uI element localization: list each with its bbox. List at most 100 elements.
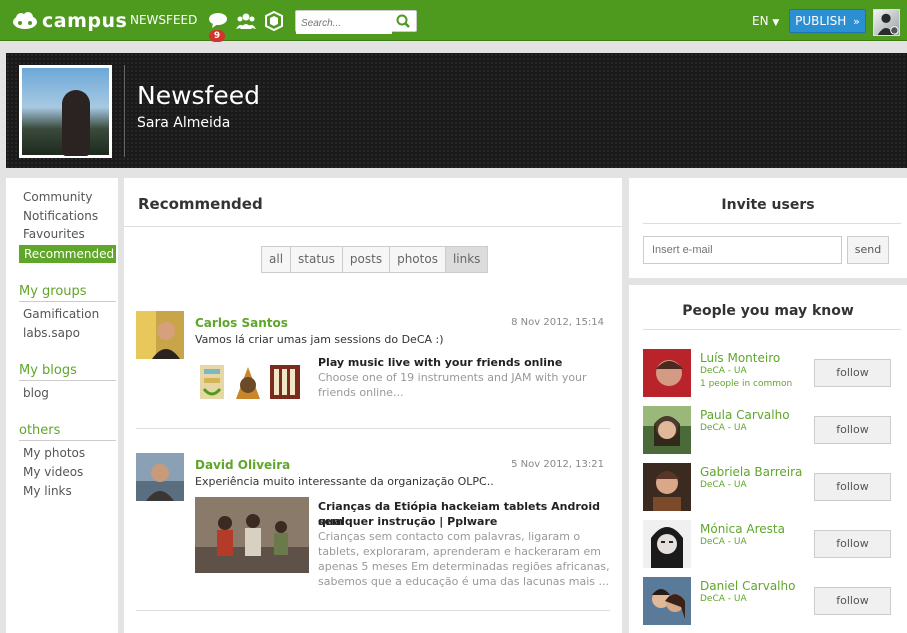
- filter-tabs: all status posts photos links: [261, 246, 489, 273]
- filter-tab-photos[interactable]: photos: [390, 247, 446, 272]
- follow-button[interactable]: follow: [814, 416, 891, 444]
- person-name[interactable]: Gabriela Barreira: [700, 465, 802, 479]
- person-name[interactable]: Luís Monteiro: [700, 351, 780, 365]
- people-title: People you may know: [682, 303, 854, 319]
- article-thumbnail[interactable]: [195, 497, 309, 573]
- sidebar-item-group[interactable]: Gamification: [23, 307, 99, 321]
- author-avatar[interactable]: [136, 453, 184, 501]
- person-suggestion: Luís Monteiro DeCA - UA 1 people in comm…: [643, 349, 901, 399]
- link-title[interactable]: qualquer instrução | Pplware: [318, 514, 497, 529]
- post-text: Vamos lá criar umas jam sessions do DeCA…: [195, 333, 444, 346]
- sidebar-heading-others[interactable]: others: [19, 423, 116, 441]
- profile-photo-person: [62, 90, 90, 156]
- person-suggestion: Mónica Aresta DeCA - UA follow: [643, 520, 901, 570]
- person-org: DeCA - UA: [700, 537, 747, 547]
- profile-banner: Newsfeed Sara Almeida: [6, 53, 907, 168]
- publish-button[interactable]: PUBLISH »: [789, 9, 866, 33]
- link-description: Choose one of 19 instruments and JAM wit…: [318, 371, 587, 384]
- top-bar: campus NEWSFEED 9 EN ▼ PUBLISH »: [0, 0, 907, 42]
- sidebar-item-links[interactable]: My links: [23, 484, 72, 498]
- person-org: DeCA - UA: [700, 423, 747, 433]
- people-in-common[interactable]: 1 people in common: [700, 379, 792, 389]
- sidebar-heading-groups[interactable]: My groups: [19, 284, 116, 302]
- sidebar-item-community[interactable]: Community: [23, 190, 92, 204]
- sidebar-item-group[interactable]: labs.sapo: [23, 326, 80, 340]
- author-avatar[interactable]: [136, 311, 184, 359]
- profile-photo[interactable]: [19, 65, 112, 158]
- sidebar-heading-blogs[interactable]: My blogs: [19, 363, 116, 381]
- banner-divider: [124, 65, 125, 157]
- post-author[interactable]: David Oliveira: [195, 458, 290, 472]
- newsfeed-link[interactable]: NEWSFEED: [130, 13, 197, 27]
- person-suggestion: Gabriela Barreira DeCA - UA follow: [643, 463, 901, 513]
- caret-down-icon: ▼: [772, 18, 780, 28]
- section-title: Recommended: [138, 195, 263, 213]
- person-suggestion: Daniel Carvalho DeCA - UA follow: [643, 577, 901, 627]
- send-button[interactable]: send: [847, 236, 889, 264]
- person-name[interactable]: Paula Carvalho: [700, 408, 790, 422]
- person-photo[interactable]: [643, 349, 691, 397]
- person-photo[interactable]: [643, 406, 691, 454]
- people-icon[interactable]: [236, 11, 256, 31]
- logo-text: campus: [42, 10, 128, 32]
- cloud-icon: [13, 12, 37, 29]
- person-org: DeCA - UA: [700, 366, 747, 376]
- person-suggestion: Paula Carvalho DeCA - UA follow: [643, 406, 901, 456]
- user-avatar[interactable]: [873, 9, 900, 36]
- chat-icon[interactable]: [208, 11, 228, 31]
- person-org: DeCA - UA: [700, 594, 747, 604]
- people-you-may-know-panel: People you may know Luís Monteiro DeCA -…: [629, 285, 907, 633]
- filter-tab-status[interactable]: status: [291, 247, 343, 272]
- link-description: sabemos que a educação é uma das lacunas…: [318, 575, 610, 588]
- invite-title: Invite users: [721, 197, 815, 213]
- filter-tab-all[interactable]: all: [262, 247, 292, 272]
- post-author[interactable]: Carlos Santos: [195, 316, 288, 330]
- link-description: Crianças sem contacto com palavras, liga…: [318, 530, 581, 543]
- sidebar-item-photos[interactable]: My photos: [23, 446, 85, 460]
- follow-button[interactable]: follow: [814, 530, 891, 558]
- filter-tab-posts[interactable]: posts: [343, 247, 391, 272]
- search-input[interactable]: [296, 13, 392, 34]
- people-divider: [643, 329, 901, 330]
- feed-post: Carlos Santos 8 Nov 2012, 15:14 Vamos lá…: [136, 311, 610, 431]
- page-title: Newsfeed: [137, 81, 260, 110]
- post-divider: [136, 610, 610, 611]
- avatar-silhouette-icon: [877, 13, 899, 35]
- cube-icon[interactable]: [264, 11, 284, 31]
- filter-tab-links[interactable]: links: [445, 247, 488, 272]
- campus-logo[interactable]: campus: [12, 9, 127, 33]
- post-date: 5 Nov 2012, 13:21: [511, 459, 604, 470]
- link-description: friends online...: [318, 386, 404, 399]
- post-date: 8 Nov 2012, 15:14: [511, 317, 604, 328]
- notification-badge: 9: [209, 30, 225, 42]
- language-selector[interactable]: EN ▼: [752, 14, 779, 28]
- person-org: DeCA - UA: [700, 480, 747, 490]
- left-sidebar: Community Notifications Favourites Recom…: [6, 178, 118, 633]
- title-divider: [124, 226, 622, 227]
- feed-post: David Oliveira 5 Nov 2012, 13:21 Experiê…: [136, 453, 610, 613]
- search-box: [295, 10, 417, 34]
- person-photo[interactable]: [643, 577, 691, 625]
- post-text: Experiência muito interessante da organi…: [195, 475, 494, 488]
- jam-logo-thumbnail[interactable]: [198, 359, 304, 407]
- link-title[interactable]: Play music live with your friends online: [318, 355, 562, 370]
- sidebar-item-notifications[interactable]: Notifications: [23, 209, 98, 223]
- sidebar-item-favourites[interactable]: Favourites: [23, 227, 85, 241]
- sidebar-item-recommended[interactable]: Recommended: [19, 245, 116, 263]
- person-name[interactable]: Mónica Aresta: [700, 522, 785, 536]
- person-photo[interactable]: [643, 520, 691, 568]
- follow-button[interactable]: follow: [814, 359, 891, 387]
- follow-button[interactable]: follow: [814, 473, 891, 501]
- sidebar-item-blog[interactable]: blog: [23, 386, 49, 400]
- follow-button[interactable]: follow: [814, 587, 891, 615]
- newsfeed-main: Recommended all status posts photos link…: [124, 178, 622, 633]
- link-description: apenas 5 meses Em determinadas regiões a…: [318, 560, 610, 573]
- person-name[interactable]: Daniel Carvalho: [700, 579, 795, 593]
- language-label: EN: [752, 14, 769, 28]
- link-description: tablets, exploraram, aprenderam e hacker…: [318, 545, 601, 558]
- search-icon[interactable]: [396, 14, 410, 28]
- sidebar-item-videos[interactable]: My videos: [23, 465, 83, 479]
- email-input[interactable]: [643, 236, 842, 264]
- person-photo[interactable]: [643, 463, 691, 511]
- invite-divider: [643, 223, 901, 224]
